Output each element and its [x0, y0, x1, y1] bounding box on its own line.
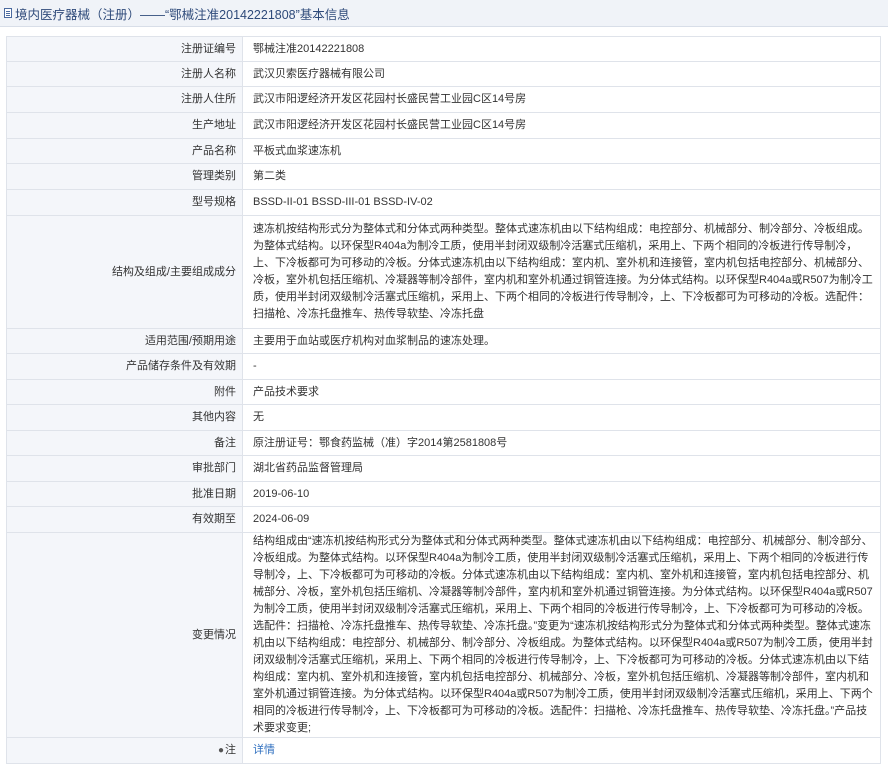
- page-header: 境内医疗器械（注册）——“鄂械注准20142221808”基本信息: [0, 0, 888, 27]
- field-label: 审批部门: [6, 455, 243, 482]
- table-row: 注册证编号 鄂械注准20142221808: [6, 36, 881, 62]
- table-row: 管理类别 第二类: [6, 163, 881, 190]
- field-label: 备注: [6, 430, 243, 456]
- field-value: 第二类: [242, 163, 881, 190]
- field-label: 产品储存条件及有效期: [6, 353, 243, 380]
- table-row: 结构及组成/主要组成成分 速冻机按结构形式分为整体式和分体式两种类型。整体式速冻…: [6, 215, 881, 329]
- field-label: 管理类别: [6, 163, 243, 190]
- field-label: 生产地址: [6, 112, 243, 139]
- document-icon: [4, 8, 12, 18]
- field-label: 注册人住所: [6, 86, 243, 113]
- field-label: 注册人名称: [6, 61, 243, 87]
- table-row: 附件 产品技术要求: [6, 379, 881, 405]
- field-label: 有效期至: [6, 506, 243, 533]
- field-value: 鄂械注准20142221808: [242, 36, 881, 62]
- table-row: 审批部门 湖北省药品监督管理局: [6, 455, 881, 482]
- field-value: 武汉市阳逻经济开发区花园村长盛民营工业园C区14号房: [242, 86, 881, 113]
- info-table: 注册证编号 鄂械注准20142221808 注册人名称 武汉贝索医疗器械有限公司…: [6, 36, 881, 764]
- field-value: 武汉市阳逻经济开发区花园村长盛民营工业园C区14号房: [242, 112, 881, 139]
- field-label: 附件: [6, 379, 243, 405]
- field-value: 速冻机按结构形式分为整体式和分体式两种类型。整体式速冻机由以下结构组成：电控部分…: [242, 215, 881, 329]
- field-label: 适用范围/预期用途: [6, 328, 243, 354]
- field-label: 型号规格: [6, 189, 243, 216]
- table-row: 型号规格 BSSD-II-01 BSSD-III-01 BSSD-IV-02: [6, 189, 881, 216]
- note-value: 详情: [242, 737, 881, 764]
- table-row: 变更情况 结构组成由“速冻机按结构形式分为整体式和分体式两种类型。整体式速冻机由…: [6, 532, 881, 738]
- details-link[interactable]: 详情: [253, 744, 275, 756]
- field-value: BSSD-II-01 BSSD-III-01 BSSD-IV-02: [242, 189, 881, 216]
- table-row: 生产地址 武汉市阳逻经济开发区花园村长盛民营工业园C区14号房: [6, 112, 881, 139]
- field-value: 主要用于血站或医疗机构对血浆制品的速冻处理。: [242, 328, 881, 354]
- note-label-cell: ●注: [6, 737, 243, 764]
- table-row: 其他内容 无: [6, 404, 881, 431]
- field-value: 平板式血浆速冻机: [242, 138, 881, 164]
- table-row: 注册人名称 武汉贝索医疗器械有限公司: [6, 61, 881, 87]
- page-title: 境内医疗器械（注册）——“鄂械注准20142221808”基本信息: [15, 7, 350, 22]
- table-row: 产品储存条件及有效期 -: [6, 353, 881, 380]
- table-row: 适用范围/预期用途 主要用于血站或医疗机构对血浆制品的速冻处理。: [6, 328, 881, 354]
- field-value: 湖北省药品监督管理局: [242, 455, 881, 482]
- field-label: 其他内容: [6, 404, 243, 431]
- field-label: 变更情况: [6, 532, 243, 738]
- note-row: ●注 详情: [6, 737, 881, 764]
- field-value: -: [242, 353, 881, 380]
- table-row: 有效期至 2024-06-09: [6, 506, 881, 533]
- field-value: 无: [242, 404, 881, 431]
- table-row: 注册人住所 武汉市阳逻经济开发区花园村长盛民营工业园C区14号房: [6, 86, 881, 113]
- field-value: 原注册证号：鄂食药监械（准）字2014第2581808号: [242, 430, 881, 456]
- field-value: 产品技术要求: [242, 379, 881, 405]
- field-label: 注册证编号: [6, 36, 243, 62]
- pin-icon: ●: [217, 745, 224, 756]
- field-label: 产品名称: [6, 138, 243, 164]
- field-value: 武汉贝索医疗器械有限公司: [242, 61, 881, 87]
- field-label: 结构及组成/主要组成成分: [6, 215, 243, 329]
- field-value: 2024-06-09: [242, 506, 881, 533]
- table-row: 备注 原注册证号：鄂食药监械（准）字2014第2581808号: [6, 430, 881, 456]
- field-value: 结构组成由“速冻机按结构形式分为整体式和分体式两种类型。整体式速冻机由以下结构组…: [242, 532, 881, 738]
- field-label: 批准日期: [6, 481, 243, 507]
- table-row: 批准日期 2019-06-10: [6, 481, 881, 507]
- table-row: 产品名称 平板式血浆速冻机: [6, 138, 881, 164]
- field-value: 2019-06-10: [242, 481, 881, 507]
- note-label: 注: [225, 744, 236, 756]
